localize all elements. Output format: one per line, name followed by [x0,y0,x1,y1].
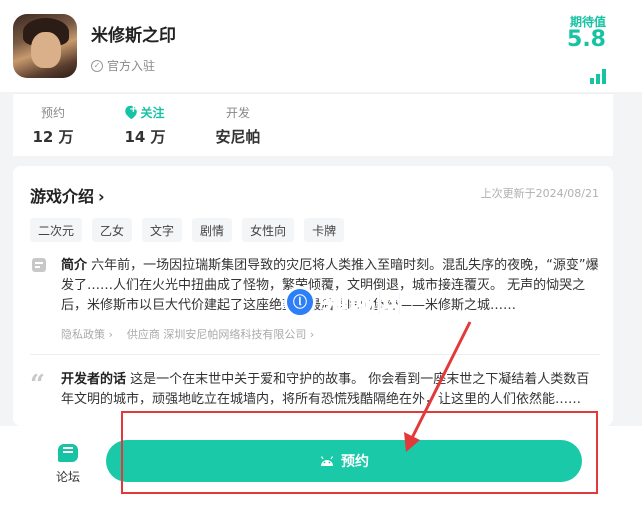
forum-label: 论坛 [55,470,80,484]
tag[interactable]: 卡牌 [304,218,345,242]
follow-label[interactable]: 关注 [113,103,177,121]
developer-paragraph[interactable]: 开发者的话 这是一个在末世中关于爱和守护的故事。 你会看到一座末世之下凝结着人类… [61,370,599,410]
meta-links: 隐私政策 › 供应商 深圳安尼帕网络科技有限公司 › [61,326,314,342]
stat-label: 开发 [225,106,250,120]
game-title: 米修斯之印 [91,26,176,46]
stat-label: 预约 [40,106,65,120]
update-time: 上次更新于2024/08/21 [480,187,599,200]
summary-paragraph[interactable]: 简介 六年前，一场因拉瑞斯集团导致的灾厄将人类推入至暗时刻。混乱失序的夜晚，“源… [61,256,599,316]
game-icon[interactable] [13,14,77,78]
stat-developer[interactable]: 开发 安尼帕 [209,104,267,147]
forum-button[interactable]: 论坛 [52,444,84,485]
annotation-highlight-box [121,411,598,494]
chat-bubble-icon [58,444,78,462]
tag[interactable]: 乙女 [92,218,133,242]
stat-value: 14 万 [124,128,166,146]
developer-label: 开发者的话 [61,372,127,387]
summary-text: 六年前，一场因拉瑞斯集团导致的灾厄将人类推入至暗时刻。混乱失序的夜晚，“源变”爆… [61,258,599,313]
icon-face-shape [31,32,61,68]
chevron-right-icon: › [98,187,105,206]
developer-text: 这是一个在末世中关于爱和守护的故事。 你会看到一座末世之下凝结着人类数百年文明的… [61,372,590,407]
stat-reservations: 预约 12 万 [25,104,81,147]
tag[interactable]: 剧情 [192,218,233,242]
app-header: 米修斯之印 ✓ 官方入驻 期待值 5.8 [0,0,642,92]
check-circle-icon: ✓ [91,59,103,72]
tag[interactable]: 女性向 [242,218,295,242]
official-badge: ✓ 官方入驻 [91,57,155,74]
official-label: 官方入驻 [107,59,156,73]
tag[interactable]: 二次元 [30,218,83,242]
intro-title-text: 游戏介绍 [30,187,95,206]
rank-bars-icon[interactable] [588,66,608,86]
privacy-policy-link[interactable]: 隐私政策 › [61,326,113,342]
stat-label: 关注 [140,106,165,120]
intro-card: 游戏介绍 › 上次更新于2024/08/21 二次元 乙女 文字 剧情 女性向 卡… [13,166,613,426]
stat-follow[interactable]: 关注 14 万 [113,103,177,147]
stat-value[interactable]: 安尼帕 [209,126,267,147]
stats-row: 预约 12 万 关注 14 万 开发 安尼帕 [13,93,613,156]
divider [30,354,600,355]
heart-plus-icon [123,103,140,120]
tag-list: 二次元 乙女 文字 剧情 女性向 卡牌 [30,218,345,242]
summary-label: 简介 [61,258,88,273]
quote-icon: “ [30,370,45,400]
tag[interactable]: 文字 [142,218,183,242]
stat-value: 12 万 [32,128,74,146]
document-icon [32,258,46,272]
rating-score: 5.8 [567,27,606,52]
intro-title[interactable]: 游戏介绍 › [30,183,105,207]
supplier-link[interactable]: 供应商 深圳安尼帕网络科技有限公司 › [127,326,314,342]
